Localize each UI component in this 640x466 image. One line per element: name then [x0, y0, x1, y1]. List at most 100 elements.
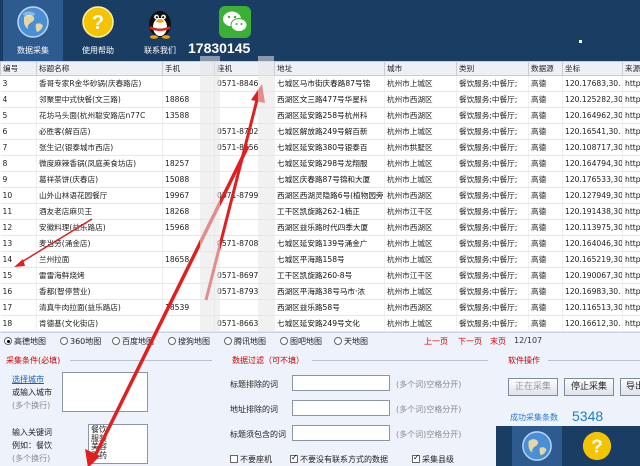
table-row[interactable]: 17 清真牛肉拉面(益乐路店) 18539 西湖区益乐路58号 杭州市西湖区 餐饮服务;中…	[0, 299, 640, 316]
export-button[interactable]: 导出	[620, 378, 640, 396]
map-option-baidu[interactable]: 百度地图	[112, 336, 154, 347]
row-city-cell: 杭州市上城区	[384, 283, 457, 300]
row-coordinate-cell: 120.176533,30	[562, 171, 623, 188]
last-page-link[interactable]: 末页	[490, 336, 506, 347]
title-include-input[interactable]	[292, 425, 390, 441]
row-id-cell: 8	[0, 155, 37, 172]
table-row[interactable]: 13 麦当劳(涌金店) 0571-8708 七城区延安路139号涌金广 杭州市上城区 餐饮…	[0, 235, 640, 252]
row-coordinate-cell: 120.125282,30	[562, 91, 623, 108]
row-landline-cell: 0571-8846	[214, 75, 275, 92]
row-city-cell: 杭州市上城区	[384, 123, 457, 140]
prev-page-link[interactable]: 上一页	[424, 336, 448, 347]
contact-button[interactable]: 联系我们	[132, 0, 188, 61]
start-collect-button[interactable]: 正在采集	[508, 378, 558, 396]
row-category-cell: 餐饮服务;中餐厅;	[456, 315, 529, 332]
table-row[interactable]: 11 酒友老店麻贝王 18268 工干区凯旋路262-1楠正 杭州市江干区 餐饮服务;中餐…	[0, 203, 640, 220]
row-address-cell: 西湖区平海路38号马市·浓	[274, 283, 385, 300]
collect-county-checkbox[interactable]: 采集县级	[412, 453, 454, 465]
column-header-landline[interactable]: 座机	[214, 61, 275, 76]
table-row[interactable]: 8 微度麻辣香锅(凤庭美食坊店) 18257 七城区延安路298号龙翔服 杭州市上城区餐…	[0, 155, 640, 172]
city-input[interactable]	[62, 372, 148, 412]
help-button[interactable]: ? 使用帮助	[70, 0, 126, 61]
column-header-title[interactable]: 标题名称	[36, 61, 163, 76]
map-option-tencent[interactable]: 腾讯地图	[224, 336, 266, 347]
table-row[interactable]: 12 安徽料理(益乐路店) 15968 西湖区益乐路时代四季大厦 杭州市西湖区 餐饮服务;…	[0, 219, 640, 236]
row-id-cell: 12	[0, 219, 37, 236]
row-mobile-cell: 15088	[162, 171, 215, 188]
row-address-cell: 七城区解放路249号解百新	[274, 123, 385, 140]
row-url-cell: http	[622, 219, 640, 236]
table-row[interactable]: 4 邻聚里中式快餐(文三路) 18868 西湖区文三路477号华星科 杭州市西湖区 餐饮服…	[0, 91, 640, 108]
map-option-tianditu[interactable]: 天地图	[334, 336, 368, 347]
next-page-link[interactable]: 下一页	[458, 336, 482, 347]
row-source-cell: 高德	[528, 299, 563, 316]
table-row[interactable]: 9 葛祥茶饼(庆春店) 15088 七城区庆春路87号锦和大厦 杭州市上城区 餐饮服务;中…	[0, 171, 640, 188]
table-row[interactable]: 7 张生记(银泰城市西店) 0571-8656 七城区延安路380号银泰百 杭州市拱墅区…	[0, 139, 640, 156]
row-title-cell: 香哥专家R金华砂锅(庆春路店)	[36, 75, 163, 92]
row-category-cell: 餐饮服务;中餐厅;	[456, 235, 529, 252]
address-exclude-input[interactable]	[292, 400, 390, 416]
table-row[interactable]: 5 花坊马头面(杭州聪安路店n77C 13588 西湖区延安路258号杭州科 杭州市西湖…	[0, 107, 640, 124]
table-header-row: 编号 标题名称 手机 座机 地址 城市 类别 数据源 坐标 来源	[0, 61, 640, 76]
map-option-amap[interactable]: 高德地图	[4, 336, 46, 347]
select-city-link[interactable]: 选择城市	[12, 374, 44, 385]
row-url-cell: http	[622, 187, 640, 204]
row-id-cell: 18	[0, 315, 37, 332]
column-header-address[interactable]: 地址	[274, 61, 385, 76]
address-exclude-hint: (多个词)空格分开)	[396, 405, 462, 414]
keyword-input[interactable]: 餐饮 服装 美容 医药	[88, 424, 148, 464]
window-control-dot[interactable]	[579, 40, 582, 43]
row-city-cell: 杭州市江干区	[384, 267, 457, 284]
row-coordinate-cell: 120.127949,30	[562, 187, 623, 204]
data-collect-button[interactable]: 数据采集	[3, 0, 63, 61]
radio-icon	[4, 337, 12, 345]
row-city-cell: 杭州市西湖区	[384, 107, 457, 124]
table-row[interactable]: 10 山外山林语花园餐厅 19967 0571-8799 西湖区西湖灵隐路6号(植物园旁…	[0, 187, 640, 204]
column-header-coordinate[interactable]: 坐标	[562, 61, 623, 76]
row-coordinate-cell: 120.164794,30	[562, 155, 623, 172]
map-option-sogou[interactable]: 搜狗地图	[168, 336, 210, 347]
row-category-cell: 餐饮服务;中餐厅;	[456, 299, 529, 316]
row-title-cell: 酒友老店麻贝王	[36, 203, 163, 220]
row-id-cell: 3	[0, 75, 37, 92]
map-option-360[interactable]: 360地图	[60, 336, 101, 347]
row-coordinate-cell: 120.190067,30	[562, 267, 623, 284]
table-row[interactable]: 16 香都(智停营业) 0571-8793 西湖区平海路38号马市·浓 杭州市上城区 餐饮…	[0, 283, 640, 300]
row-source-cell: 高德	[528, 155, 563, 172]
row-category-cell: 餐饮服务;中餐厅;	[456, 107, 529, 124]
stop-collect-button[interactable]: 停止采集	[564, 378, 614, 396]
column-header-city[interactable]: 城市	[384, 61, 457, 76]
row-landline-cell: 0571-8799	[214, 187, 275, 204]
column-header-mobile[interactable]: 手机	[162, 61, 215, 76]
column-header-url[interactable]: 来源	[622, 61, 640, 76]
radio-icon	[60, 337, 68, 345]
row-source-cell: 高德	[528, 139, 563, 156]
row-source-cell: 高德	[528, 283, 563, 300]
table-row[interactable]: 15 雷雷海鲜烧烤 0571-8697 工干区凯旋路260-8号 杭州市江干区 餐饮服务;…	[0, 267, 640, 284]
row-url-cell: http	[622, 107, 640, 124]
row-url-cell: http	[622, 171, 640, 188]
table-row[interactable]: 3 香哥专家R金华砂锅(庆春路店) 0571-8846 七城区马市街庆春路87号锦 杭州…	[0, 75, 640, 92]
row-landline-cell	[214, 171, 275, 188]
row-mobile-cell: 19967	[162, 187, 215, 204]
column-header-id[interactable]: 编号	[0, 61, 37, 76]
table-row[interactable]: 18 肯德基(文化街店) 0571-8663 七城区延安路249号文化 杭州市上城区 餐饮…	[0, 315, 640, 332]
column-header-category[interactable]: 类别	[456, 61, 529, 76]
column-header-source[interactable]: 数据源	[528, 61, 563, 76]
row-title-cell: 必胜客(解百店)	[36, 123, 163, 140]
no-landline-checkbox[interactable]: 不要座机	[230, 454, 272, 465]
table-row[interactable]: 14 兰州拉面 18658 七城区平海路158号 杭州市上城区 餐饮服务;中餐厅; 高德 12…	[0, 251, 640, 268]
row-id-cell: 14	[0, 251, 37, 268]
mini-collect-button[interactable]	[512, 426, 562, 466]
row-city-cell: 杭州市江干区	[384, 203, 457, 220]
row-source-cell: 高德	[528, 203, 563, 220]
globe-icon	[522, 431, 552, 461]
table-row[interactable]: 6 必胜客(解百店) 0571-8702 七城区解放路249号解百新 杭州市上城区 餐饮服…	[0, 123, 640, 140]
map-option-mapbar[interactable]: 图吧地图	[280, 336, 322, 347]
row-source-cell: 高德	[528, 251, 563, 268]
row-category-cell: 餐饮服务;中餐厅;	[456, 203, 529, 220]
mini-help-button[interactable]: ?	[572, 426, 622, 466]
no-contact-checkbox[interactable]: 不要没有联系方式的数据	[290, 453, 388, 465]
title-exclude-input[interactable]	[292, 375, 390, 391]
row-source-cell: 高德	[528, 75, 563, 92]
